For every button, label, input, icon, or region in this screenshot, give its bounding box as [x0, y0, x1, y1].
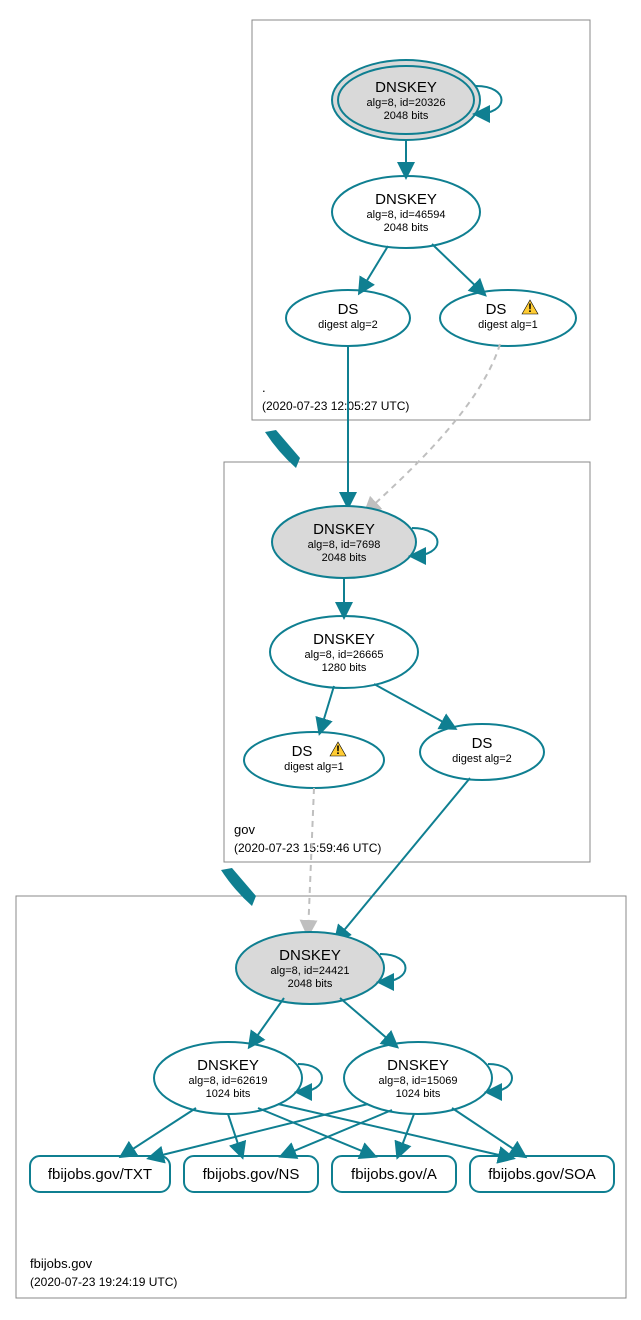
svg-text:digest alg=1: digest alg=1	[478, 319, 538, 331]
node-root-zsk: DNSKEY alg=8, id=46594 2048 bits	[332, 176, 480, 248]
node-rr-txt: fbijobs.gov/TXT	[30, 1156, 170, 1192]
svg-text:1280 bits: 1280 bits	[322, 662, 367, 674]
node-fbi-zsk-b: DNSKEY alg=8, id=15069 1024 bits	[344, 1042, 492, 1114]
svg-text:DNSKEY: DNSKEY	[313, 631, 375, 648]
node-rr-ns: fbijobs.gov/NS	[184, 1156, 318, 1192]
svg-text:digest alg=1: digest alg=1	[284, 761, 344, 773]
svg-text:alg=8, id=62619: alg=8, id=62619	[189, 1075, 268, 1087]
node-root-ds1: DS digest alg=1 !	[440, 290, 576, 346]
svg-text:!: !	[336, 743, 340, 757]
svg-text:digest alg=2: digest alg=2	[318, 319, 378, 331]
zone-root-label: .	[262, 380, 266, 395]
dnssec-graph: . (2020-07-23 12:05:27 UTC) gov (2020-07…	[0, 0, 641, 1320]
svg-text:2048 bits: 2048 bits	[384, 110, 429, 122]
edge-gov-zsk-to-ds2	[374, 684, 454, 728]
node-rr-soa: fbijobs.gov/SOA	[470, 1156, 614, 1192]
svg-text:alg=8, id=7698: alg=8, id=7698	[308, 539, 381, 551]
edge-zsk-b-to-txt	[150, 1104, 368, 1158]
edge-gov-ds1-to-fbi-ksk	[308, 788, 314, 934]
svg-text:DNSKEY: DNSKEY	[279, 947, 341, 964]
node-fbi-zsk-a: DNSKEY alg=8, id=62619 1024 bits	[154, 1042, 302, 1114]
edge-fbi-ksk-to-zsk-b	[340, 998, 396, 1046]
zone-gov-label: gov	[234, 822, 255, 837]
svg-text:fbijobs.gov/NS: fbijobs.gov/NS	[203, 1166, 300, 1183]
svg-text:1024 bits: 1024 bits	[396, 1088, 441, 1100]
svg-text:DNSKEY: DNSKEY	[375, 191, 437, 208]
node-fbi-ksk: DNSKEY alg=8, id=24421 2048 bits	[236, 932, 384, 1004]
edge-root-zsk-to-ds1	[432, 244, 484, 294]
svg-text:2048 bits: 2048 bits	[384, 222, 429, 234]
svg-text:fbijobs.gov/A: fbijobs.gov/A	[351, 1166, 437, 1183]
svg-text:digest alg=2: digest alg=2	[452, 753, 512, 765]
svg-text:alg=8, id=24421: alg=8, id=24421	[271, 965, 350, 977]
node-root-ksk: DNSKEY alg=8, id=20326 2048 bits	[332, 60, 480, 140]
svg-text:2048 bits: 2048 bits	[322, 552, 367, 564]
edge-fbi-ksk-to-zsk-a	[250, 998, 284, 1046]
zone-root-ts: (2020-07-23 12:05:27 UTC)	[262, 399, 409, 413]
node-root-ds2: DS digest alg=2	[286, 290, 410, 346]
zone-fbi-ts: (2020-07-23 19:24:19 UTC)	[30, 1275, 177, 1289]
zone-link-gov-to-fbi	[221, 868, 256, 906]
node-gov-ksk: DNSKEY alg=8, id=7698 2048 bits	[272, 506, 416, 578]
svg-text:2048 bits: 2048 bits	[288, 978, 333, 990]
edge-zsk-a-to-a	[258, 1108, 374, 1156]
svg-text:DNSKEY: DNSKEY	[387, 1057, 449, 1074]
svg-text:fbijobs.gov/TXT: fbijobs.gov/TXT	[48, 1166, 152, 1183]
edge-gov-zsk-to-ds1	[320, 686, 334, 732]
svg-text:alg=8, id=46594: alg=8, id=46594	[367, 209, 446, 221]
svg-text:fbijobs.gov/SOA: fbijobs.gov/SOA	[488, 1166, 596, 1183]
svg-text:DS: DS	[486, 301, 507, 318]
svg-text:DS: DS	[472, 735, 493, 752]
edge-zsk-b-to-soa	[452, 1108, 524, 1156]
svg-text:DNSKEY: DNSKEY	[313, 521, 375, 538]
edge-root-zsk-to-ds2	[360, 246, 388, 292]
svg-text:alg=8, id=20326: alg=8, id=20326	[367, 97, 446, 109]
svg-text:alg=8, id=26665: alg=8, id=26665	[305, 649, 384, 661]
node-rr-a: fbijobs.gov/A	[332, 1156, 456, 1192]
node-gov-ds1: DS digest alg=1 !	[244, 732, 384, 788]
svg-text:alg=8, id=15069: alg=8, id=15069	[379, 1075, 458, 1087]
svg-text:DNSKEY: DNSKEY	[375, 79, 437, 96]
node-gov-ds2: DS digest alg=2	[420, 724, 544, 780]
zone-gov-ts: (2020-07-23 15:59:46 UTC)	[234, 841, 381, 855]
edge-root-ds1-to-gov-ksk	[366, 344, 500, 512]
svg-text:DS: DS	[338, 301, 359, 318]
svg-text:DNSKEY: DNSKEY	[197, 1057, 259, 1074]
svg-text:!: !	[528, 301, 532, 315]
node-gov-zsk: DNSKEY alg=8, id=26665 1280 bits	[270, 616, 418, 688]
svg-text:1024 bits: 1024 bits	[206, 1088, 251, 1100]
zone-fbi-label: fbijobs.gov	[30, 1256, 93, 1271]
edge-gov-ds2-to-fbi-ksk	[336, 778, 470, 940]
svg-text:DS: DS	[292, 743, 313, 760]
